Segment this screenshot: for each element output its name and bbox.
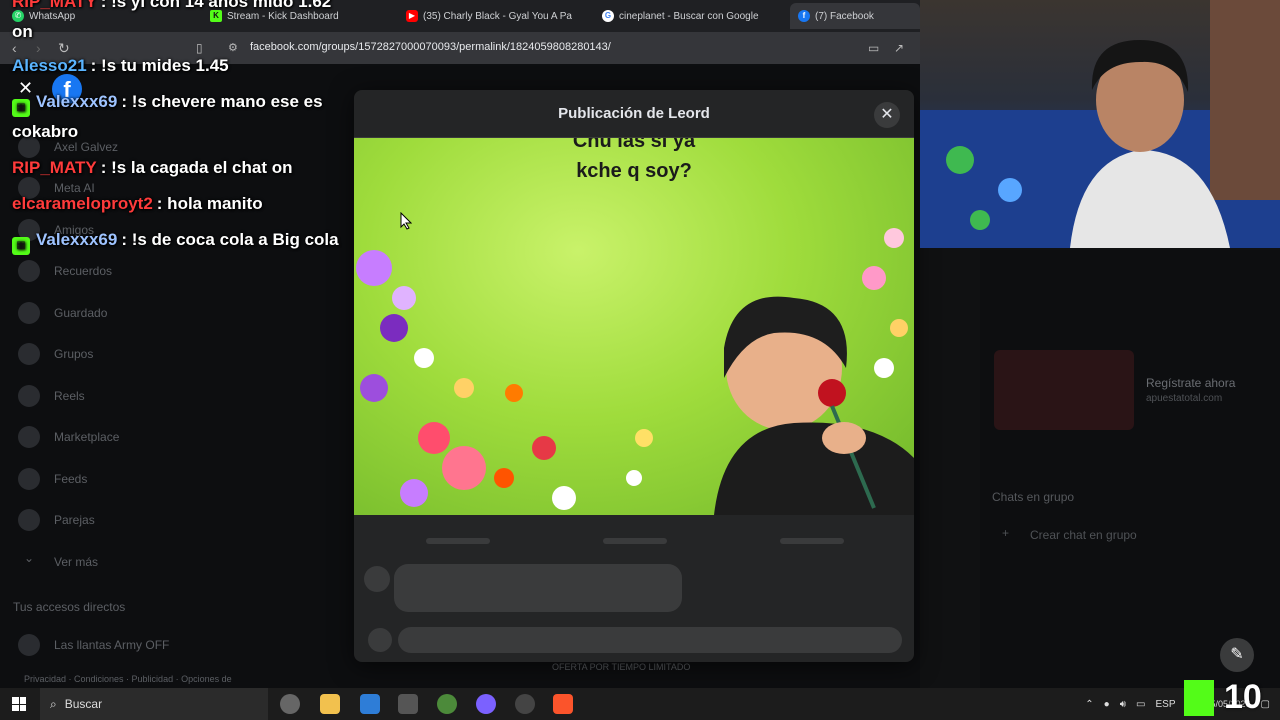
share-placeholder: [780, 538, 844, 544]
sidebar-item-memories[interactable]: Recuerdos: [18, 260, 112, 282]
back-icon[interactable]: ‹: [12, 40, 17, 56]
comment-bubble-placeholder: [394, 564, 682, 612]
youtube-icon: ▶: [406, 10, 418, 22]
sidebar-item-friends[interactable]: Amigos: [18, 219, 94, 241]
avatar-placeholder: [364, 566, 390, 592]
url-field[interactable]: facebook.com/groups/1572827000070093/per…: [250, 41, 611, 53]
group-avatar: [18, 634, 40, 656]
taskbar-search[interactable]: ⌕ Buscar: [40, 688, 268, 720]
new-message-button[interactable]: ✎: [1220, 638, 1254, 672]
close-button[interactable]: ✕: [874, 102, 900, 128]
sidebar-item-groups[interactable]: Grupos: [18, 343, 93, 365]
groups-icon: [18, 343, 40, 365]
app-icon[interactable]: [437, 694, 457, 714]
flowers-left: [356, 250, 653, 510]
illustration: [356, 228, 914, 515]
file-explorer-icon[interactable]: [320, 694, 340, 714]
composer-avatar-placeholder: [368, 628, 392, 652]
kick-overlay-counter: 10: [1224, 678, 1262, 716]
facebook-icon: f: [798, 10, 810, 22]
google-icon: G: [602, 10, 614, 22]
kick-icon: K: [210, 10, 222, 22]
address-bar: ‹ › ↻ ▯ ⚙ facebook.com/groups/1572827000…: [0, 32, 920, 64]
share-icon[interactable]: ↗: [894, 41, 904, 55]
chevron-down-icon: ⌄: [23, 551, 35, 565]
webcam-feed: [920, 0, 1280, 248]
sidebar-item-marketplace[interactable]: Marketplace: [18, 426, 119, 448]
modal-title: Publicación de Leord: [558, 105, 710, 122]
ad-image[interactable]: [994, 350, 1134, 430]
windows-taskbar: ⌕ Buscar ⌃ ● 🔊︎ ▭ ESP 15/05/2026 ▢: [0, 688, 1280, 720]
group-chats-heading: Chats en grupo: [992, 490, 1075, 504]
sidebar-item-feeds[interactable]: Feeds: [18, 468, 87, 490]
post-image[interactable]: Chu las si ya kche q soy?: [354, 138, 914, 515]
cast-icon[interactable]: ▭: [868, 41, 879, 55]
tab-google-search[interactable]: G cineplanet - Buscar con Google: [602, 6, 759, 26]
footer-links[interactable]: Privacidad · Condiciones · Publicidad · …: [24, 674, 232, 684]
mouse-cursor-icon: [400, 212, 412, 230]
sidebar-item-saved[interactable]: Guardado: [18, 302, 107, 324]
kick-logo-icon: [1184, 680, 1214, 716]
webcam-person: [920, 0, 1280, 248]
sidebar-item-profile[interactable]: Axel Galvez: [18, 136, 118, 158]
friends-icon: [18, 219, 40, 241]
shortcut-item[interactable]: Las llantas Army OFF: [18, 634, 169, 656]
windows-start-icon[interactable]: [12, 697, 26, 711]
app-icon[interactable]: [476, 694, 496, 714]
ad-domain: apuestatotal.com: [1146, 393, 1223, 404]
close-icon[interactable]: ✕: [18, 78, 33, 99]
like-placeholder: [426, 538, 490, 544]
whatsapp-icon: ✆: [12, 10, 24, 22]
heart-icon: [18, 509, 40, 531]
sidebar-item-see-more[interactable]: ⌄ Ver más: [18, 551, 98, 573]
comment-input-placeholder[interactable]: [398, 627, 902, 653]
network-icon[interactable]: ▭: [1136, 699, 1145, 710]
plus-icon: +: [1002, 526, 1010, 540]
screen: ✆ WhatsApp K Stream - Kick Dashboard ▶ (…: [0, 0, 1280, 720]
reload-icon[interactable]: ↻: [58, 40, 70, 57]
store-icon[interactable]: [398, 694, 418, 714]
search-icon: ⌕: [50, 696, 57, 711]
site-info-icon[interactable]: ⚙: [228, 41, 238, 54]
bookmark-icon[interactable]: ▯: [196, 41, 203, 55]
create-group-chat-link[interactable]: Crear chat en grupo: [1030, 528, 1137, 542]
shortcuts-heading: Tus accesos directos: [13, 600, 126, 614]
app-icon[interactable]: [360, 694, 380, 714]
tab-youtube[interactable]: ▶ (35) Charly Black - Gyal You A Pa: [406, 6, 578, 26]
tab-kick-dashboard[interactable]: K Stream - Kick Dashboard: [210, 6, 339, 26]
volume-icon[interactable]: 🔊︎: [1120, 699, 1126, 710]
facebook-right-panel: Regístrate ahora apuestatotal.com Chats …: [980, 250, 1280, 690]
meta-ai-icon: [18, 177, 40, 199]
tab-facebook[interactable]: f (7) Facebook: [790, 3, 920, 29]
flowers-right: [862, 228, 908, 378]
comment-placeholder: [603, 538, 667, 544]
ad-cta[interactable]: Regístrate ahora: [1146, 376, 1235, 390]
avatar: [18, 136, 40, 158]
forward-icon[interactable]: ›: [36, 40, 41, 56]
obs-icon[interactable]: [515, 694, 535, 714]
browser-tab-bar: ✆ WhatsApp K Stream - Kick Dashboard ▶ (…: [0, 0, 920, 32]
facebook-logo-icon[interactable]: f: [52, 74, 82, 104]
feeds-icon: [18, 468, 40, 490]
offer-banner: OFERTA POR TIEMPO LIMITADO: [552, 662, 691, 672]
tab-whatsapp[interactable]: ✆ WhatsApp: [12, 6, 75, 26]
clock-icon: [18, 260, 40, 282]
bookmark-icon: [18, 302, 40, 324]
reels-icon: [18, 385, 40, 407]
modal-header: Publicación de Leord ✕: [354, 90, 914, 138]
sidebar-item-reels[interactable]: Reels: [18, 385, 85, 407]
character: [714, 296, 914, 515]
microphone-icon[interactable]: ●: [1104, 699, 1110, 710]
sidebar-item-meta-ai[interactable]: Meta AI: [18, 177, 95, 199]
app-icon[interactable]: [280, 694, 300, 714]
chevron-up-icon[interactable]: ⌃: [1085, 699, 1093, 710]
brave-browser-icon[interactable]: [553, 694, 573, 714]
sidebar-item-dating[interactable]: Parejas: [18, 509, 95, 531]
post-modal: Publicación de Leord ✕ Chu las si ya kch…: [354, 90, 914, 662]
marketplace-icon: [18, 426, 40, 448]
language-indicator[interactable]: ESP: [1155, 699, 1175, 710]
